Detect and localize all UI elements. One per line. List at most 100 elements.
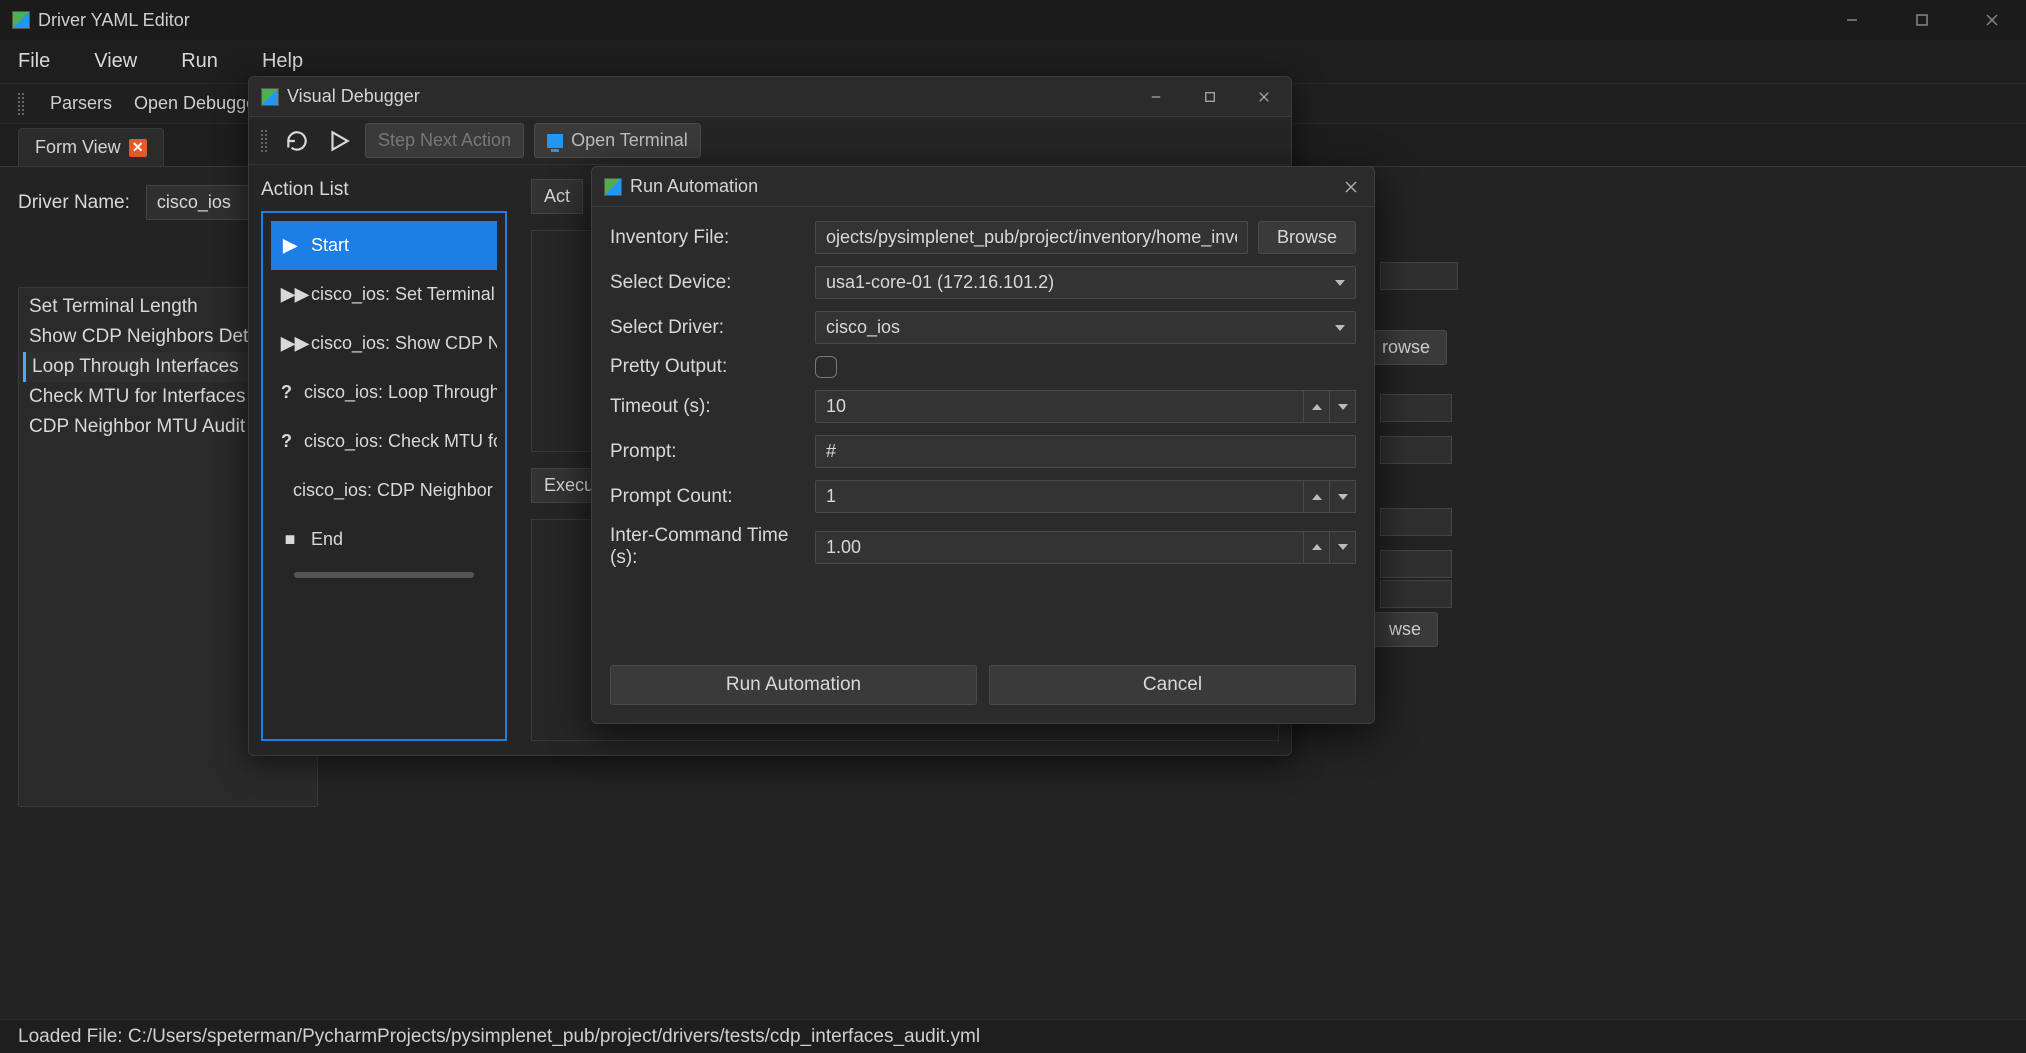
action-list-box[interactable]: ▶Start ▶▶cisco_ios: Set Terminal Length … [261,211,507,741]
select-device-dropdown[interactable]: usa1-core-01 (172.16.101.2) [815,266,1356,299]
pane-tab-act[interactable]: Act [531,179,583,214]
prompt-label: Prompt: [610,441,805,463]
vd-titlebar: Visual Debugger [249,77,1291,117]
tab-close-icon[interactable]: ✕ [129,139,147,157]
bg-field-fragment [1380,508,1452,536]
menu-run[interactable]: Run [181,50,218,73]
spin-down-button[interactable] [1330,531,1356,564]
main-titlebar: Driver YAML Editor [0,0,2026,40]
toolbar-parsers[interactable]: Parsers [50,93,112,114]
action-item-label: Start [311,235,349,256]
action-item-label: End [311,529,343,550]
pretty-output-checkbox[interactable] [815,356,837,378]
spin-up-button[interactable] [1304,531,1330,564]
timeout-label: Timeout (s): [610,396,805,418]
chevron-down-icon [1338,494,1348,500]
action-item[interactable]: ▶▶cisco_ios: Set Terminal Length [271,270,497,319]
select-driver-dropdown[interactable]: cisco_ios [815,311,1356,344]
prompt-count-input[interactable] [815,480,1304,513]
statusbar: Loaded File: C:/Users/speterman/PycharmP… [0,1019,2026,1053]
bg-browse-button[interactable]: wse [1372,612,1438,647]
dialog-title: Run Automation [630,176,758,197]
run-automation-dialog: Run Automation Inventory File: Browse Se… [591,166,1375,724]
reload-icon[interactable] [281,125,313,157]
inventory-file-input[interactable] [815,221,1248,254]
dialog-close-button[interactable] [1340,176,1362,198]
spin-down-button[interactable] [1330,390,1356,423]
chevron-down-icon [1335,325,1345,331]
cancel-button[interactable]: Cancel [989,665,1356,705]
toolbar-open-debugger[interactable]: Open Debugger [134,93,262,114]
close-button[interactable] [1969,5,2014,35]
tab-form-view[interactable]: Form View ✕ [18,128,164,166]
chevron-down-icon [1335,280,1345,286]
prompt-count-label: Prompt Count: [610,486,805,508]
vd-toolbar-grip-icon [261,130,267,152]
prompt-input[interactable] [815,435,1356,468]
bg-field-fragment [1380,436,1452,464]
menu-view[interactable]: View [94,50,137,73]
status-text: Loaded File: C:/Users/speterman/PycharmP… [18,1026,980,1048]
run-automation-button[interactable]: Run Automation [610,665,977,705]
inter-command-time-input[interactable] [815,531,1304,564]
question-glyph-icon: ? [281,382,292,403]
step-label: Step Next Action [378,130,511,151]
action-item-start[interactable]: ▶ Start [271,221,497,270]
spin-up-button[interactable] [1304,480,1330,513]
action-item-label: cisco_ios: Check MTU for Inter [304,431,497,452]
action-item-label: cisco_ios: Set Terminal Length [311,284,497,305]
vd-close-button[interactable] [1249,82,1279,112]
action-item[interactable]: ? cisco_ios: Check MTU for Inter [271,417,497,466]
play-icon[interactable] [323,125,355,157]
tab-label: Form View [35,137,121,158]
spin-down-button[interactable] [1330,480,1356,513]
action-item[interactable]: ? cisco_ios: Loop Through Interf [271,368,497,417]
menu-help[interactable]: Help [262,50,303,73]
action-item-label: cisco_ios: Loop Through Interf [304,382,497,403]
action-list-panel: Action List ▶Start ▶▶cisco_ios: Set Term… [249,165,519,755]
dialog-app-icon [604,178,622,196]
chevron-up-icon [1312,404,1322,410]
monitor-icon [547,134,563,148]
pretty-output-label: Pretty Output: [610,356,805,378]
action-item-end[interactable]: ■End [271,515,497,564]
bg-field-fragment [1380,394,1452,422]
question-glyph-icon: ? [281,431,292,452]
app-icon [12,11,30,29]
open-terminal-button[interactable]: Open Terminal [534,123,701,158]
minimize-button[interactable] [1829,5,1874,35]
action-item-label: cisco_ios: CDP Neighbor MTU Auc [293,480,497,501]
vd-toolbar: Step Next Action Open Terminal [249,117,1291,165]
dialog-titlebar: Run Automation [592,167,1374,207]
spin-up-button[interactable] [1304,390,1330,423]
bg-field-fragment [1380,550,1452,578]
timeout-input[interactable] [815,390,1304,423]
bg-field-fragment [1380,262,1458,290]
maximize-button[interactable] [1899,5,1944,35]
open-terminal-label: Open Terminal [571,130,688,151]
action-item[interactable]: ▶▶ cisco_ios: Show CDP Neighbor [271,319,497,368]
vd-maximize-button[interactable] [1195,82,1225,112]
play-glyph-icon: ▶ [281,235,299,256]
select-driver-label: Select Driver: [610,317,805,339]
action-item-label: cisco_ios: Show CDP Neighbor [311,333,497,354]
vd-minimize-button[interactable] [1141,82,1171,112]
action-item[interactable]: cisco_ios: CDP Neighbor MTU Auc [271,466,497,515]
vd-title: Visual Debugger [287,86,420,107]
bg-field-fragment [1380,580,1452,608]
app-title: Driver YAML Editor [38,10,190,31]
browse-button[interactable]: Browse [1258,221,1356,254]
select-driver-value: cisco_ios [826,317,900,338]
step-next-action-button[interactable]: Step Next Action [365,123,524,158]
inventory-file-label: Inventory File: [610,227,805,249]
vd-app-icon [261,88,279,106]
dialog-buttons: Run Automation Cancel [592,653,1374,723]
ff-glyph-icon: ▶▶ [281,333,299,354]
select-device-label: Select Device: [610,272,805,294]
select-device-value: usa1-core-01 (172.16.101.2) [826,272,1054,293]
bg-browse-button[interactable]: rowse [1365,330,1447,365]
chevron-down-icon [1338,404,1348,410]
horizontal-scrollbar[interactable] [294,572,475,578]
driver-name-label: Driver Name: [18,192,130,214]
menu-file[interactable]: File [18,50,50,73]
